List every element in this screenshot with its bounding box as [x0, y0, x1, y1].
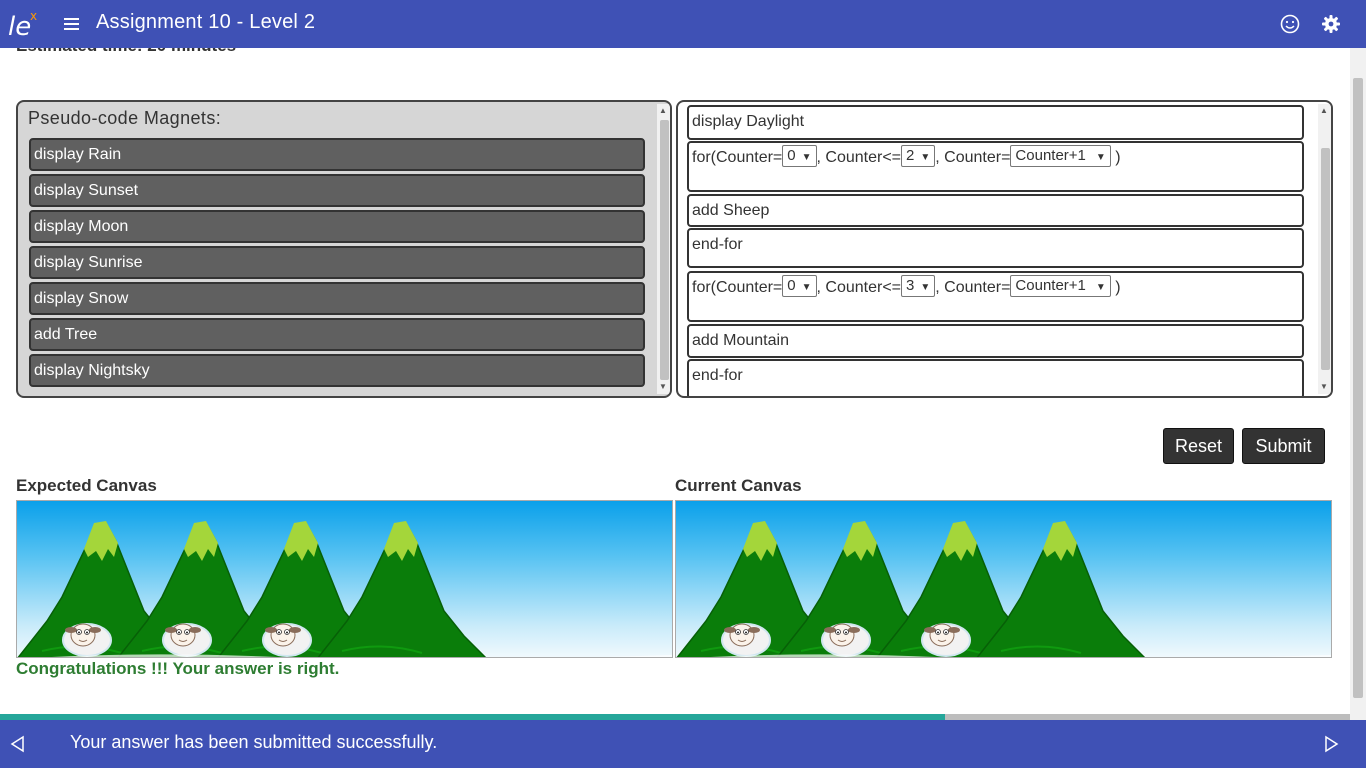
svg-text:le: le — [8, 12, 31, 40]
lex-logo-icon[interactable]: le x — [8, 8, 42, 40]
current-scene — [676, 521, 1331, 657]
sheep — [721, 623, 771, 657]
magnet-display-nightsky[interactable]: display Nightsky — [29, 354, 645, 387]
program-scrollbar[interactable]: ▲ ▼ — [1318, 104, 1331, 394]
dropdown-arrow-icon: ▼ — [1095, 152, 1106, 164]
top-app-bar: le x Assignment 10 - Level 2 — [0, 0, 1366, 48]
expected-canvas — [16, 500, 673, 658]
counter-step-select[interactable]: Counter+1 ▼ — [1010, 145, 1111, 168]
footer-bar: Your answer has been submitted successfu… — [0, 720, 1366, 768]
for-prefix: for(Counter= — [692, 149, 783, 166]
magnets-panel: Pseudo-code Magnets: display Rain displa… — [16, 100, 672, 398]
next-arrow-icon[interactable] — [1321, 734, 1341, 754]
program-line-display-daylight[interactable]: display Daylight — [687, 105, 1304, 140]
program-line-add-sheep[interactable]: add Sheep — [687, 194, 1304, 227]
current-canvas — [675, 500, 1332, 658]
dropdown-arrow-icon: ▼ — [801, 282, 812, 294]
counter-end-select[interactable]: 2 ▼ — [901, 145, 936, 168]
dropdown-arrow-icon: ▼ — [920, 152, 931, 164]
for-suffix: ) — [1110, 149, 1121, 166]
submit-button[interactable]: Submit — [1242, 428, 1325, 464]
page-scrollbar[interactable] — [1350, 48, 1366, 720]
program-line-end-for-1[interactable]: end-for — [687, 228, 1304, 268]
magnet-display-moon[interactable]: display Moon — [29, 210, 645, 243]
footer-message: Your answer has been submitted successfu… — [70, 732, 438, 752]
menu-icon[interactable] — [60, 12, 84, 36]
for-prefix: for(Counter= — [692, 279, 783, 296]
magnet-display-rain[interactable]: display Rain — [29, 138, 645, 171]
magnets-scrollbar[interactable]: ▲ ▼ — [657, 104, 670, 394]
magnet-add-tree[interactable]: add Tree — [29, 318, 645, 351]
magnet-display-sunset[interactable]: display Sunset — [29, 174, 645, 207]
mountain — [317, 521, 487, 657]
dropdown-arrow-icon: ▼ — [920, 282, 931, 294]
counter-start-select[interactable]: 0 ▼ — [782, 145, 817, 168]
svg-text:x: x — [30, 9, 37, 23]
magnet-display-sunrise[interactable]: display Sunrise — [29, 246, 645, 279]
magnet-display-snow[interactable]: display Snow — [29, 282, 645, 315]
expected-canvas-label: Expected Canvas — [16, 476, 157, 495]
prev-arrow-icon[interactable] — [8, 734, 28, 754]
smiley-icon[interactable] — [1279, 13, 1301, 35]
for-mid2: , Counter= — [935, 279, 1011, 296]
expected-scene — [17, 521, 672, 657]
magnets-title: Pseudo-code Magnets: — [28, 108, 222, 128]
sheep — [62, 623, 112, 657]
counter-step-select[interactable]: Counter+1 ▼ — [1010, 275, 1111, 298]
dropdown-arrow-icon: ▼ — [801, 152, 812, 164]
program-line-for-loop-2[interactable]: for(Counter= 0 ▼, Counter<= 3 ▼, Counter= Cou… — [687, 271, 1304, 322]
counter-end-select[interactable]: 3 ▼ — [901, 275, 936, 298]
sheep — [262, 623, 312, 657]
for-mid: , Counter<= — [816, 279, 902, 296]
dropdown-arrow-icon: ▼ — [1095, 282, 1106, 294]
reset-button[interactable]: Reset — [1163, 428, 1234, 464]
current-canvas-label: Current Canvas — [675, 476, 802, 495]
program-line-for-loop-1[interactable]: for(Counter= 0 ▼, Counter<= 2 ▼, Counter= Cou… — [687, 141, 1304, 192]
counter-start-select[interactable]: 0 ▼ — [782, 275, 817, 298]
sheep — [821, 623, 871, 657]
result-message: Congratulations !!! Your answer is right… — [16, 659, 340, 678]
program-line-add-mountain[interactable]: add Mountain — [687, 324, 1304, 358]
mountain — [976, 521, 1146, 657]
for-suffix: ) — [1110, 279, 1121, 296]
for-mid2: , Counter= — [935, 149, 1011, 166]
program-line-end-for-2[interactable]: end-for — [687, 359, 1304, 396]
for-mid: , Counter<= — [816, 149, 902, 166]
program-panel: display Daylight for(Counter= 0 ▼, Counter… — [676, 100, 1333, 398]
app-title: Assignment 10 - Level 2 — [96, 11, 316, 33]
sheep — [162, 623, 212, 657]
sheep — [921, 623, 971, 657]
gear-icon[interactable] — [1320, 13, 1342, 35]
